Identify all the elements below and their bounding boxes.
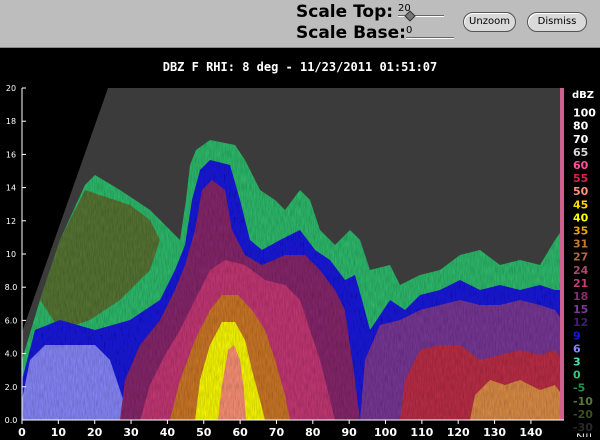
x-axis-ticks: 0 10 20 30 40 50 60 70 80 90 100 110 120 130 140 — [18, 420, 543, 439]
x-tick-label: 120 — [447, 426, 470, 439]
legend-level-label: 12 — [573, 316, 588, 329]
plot-edge-strip — [560, 88, 564, 420]
x-tick-label: 30 — [123, 426, 139, 439]
legend-level-label: 100 — [573, 107, 596, 120]
legend-level-label: 18 — [573, 290, 588, 303]
legend-level-label: -30 — [573, 421, 593, 434]
x-tick-label: 50 — [196, 426, 212, 439]
y-tick-label: 16 — [6, 150, 16, 159]
x-tick-label: 140 — [519, 426, 542, 439]
legend-level-label: 27 — [573, 251, 588, 264]
y-tick-label: 2.0 — [5, 383, 18, 392]
rhi-window: Scale Top: 20 Scale Base: 0 Unzoom Dismi… — [0, 0, 600, 440]
x-tick-label: 80 — [305, 426, 321, 439]
legend-level-label: 40 — [573, 211, 589, 224]
x-tick-label: 60 — [232, 426, 248, 439]
color-legend: 100807065605550454035312724211815129630-… — [566, 106, 600, 434]
x-tick-label: 0 — [18, 426, 26, 439]
legend-level-label: 0 — [573, 369, 581, 382]
legend-cell — [566, 354, 600, 368]
y-tick-label: 4.0 — [5, 350, 18, 359]
y-tick-label: 8.0 — [5, 283, 18, 292]
legend-level-label: 6 — [573, 342, 581, 355]
legend-level-label: 50 — [573, 185, 589, 198]
x-tick-label: 40 — [160, 426, 176, 439]
x-tick-label: 130 — [483, 426, 506, 439]
legend-level-label: 55 — [573, 172, 588, 185]
legend-cell — [566, 341, 600, 355]
legend-level-label: -20 — [573, 408, 593, 421]
y-tick-label: 20 — [6, 84, 16, 93]
legend-level-label: 70 — [573, 133, 589, 146]
legend-level-label: -10 — [573, 395, 593, 408]
y-tick-label: 14 — [6, 184, 16, 193]
legend-level-label: 21 — [573, 277, 588, 290]
y-tick-label: 18 — [6, 117, 16, 126]
x-tick-label: 90 — [342, 426, 358, 439]
legend-level-label: 9 — [573, 329, 581, 342]
legend-level-label: 3 — [573, 356, 581, 369]
x-tick-label: 20 — [87, 426, 103, 439]
legend-level-label: -5 — [573, 382, 585, 395]
legend-level-label: 80 — [573, 120, 589, 133]
y-tick-label: 6.0 — [5, 316, 18, 325]
rhi-plot[interactable]: 0.02.04.06.08.0101214161820 0 10 20 30 40 50 6… — [0, 0, 600, 440]
legend-cell — [566, 368, 600, 382]
legend-level-label: 35 — [573, 225, 588, 238]
y-tick-label: 0.0 — [5, 416, 18, 425]
x-tick-label: 110 — [410, 426, 433, 439]
legend-level-label: 31 — [573, 238, 588, 251]
y-tick-label: 10 — [6, 250, 16, 259]
legend-level-label: 24 — [573, 264, 589, 277]
y-tick-label: 12 — [6, 217, 16, 226]
legend-level-label: 15 — [573, 303, 588, 316]
legend-level-label: 60 — [573, 159, 589, 172]
legend-level-label: 65 — [573, 146, 588, 159]
legend-level-label: 45 — [573, 198, 588, 211]
x-tick-label: 70 — [269, 426, 285, 439]
legend-unit: dBZ — [572, 90, 594, 101]
x-tick-label: 10 — [51, 426, 67, 439]
legend-cell — [566, 328, 600, 342]
x-tick-label: 100 — [374, 426, 397, 439]
